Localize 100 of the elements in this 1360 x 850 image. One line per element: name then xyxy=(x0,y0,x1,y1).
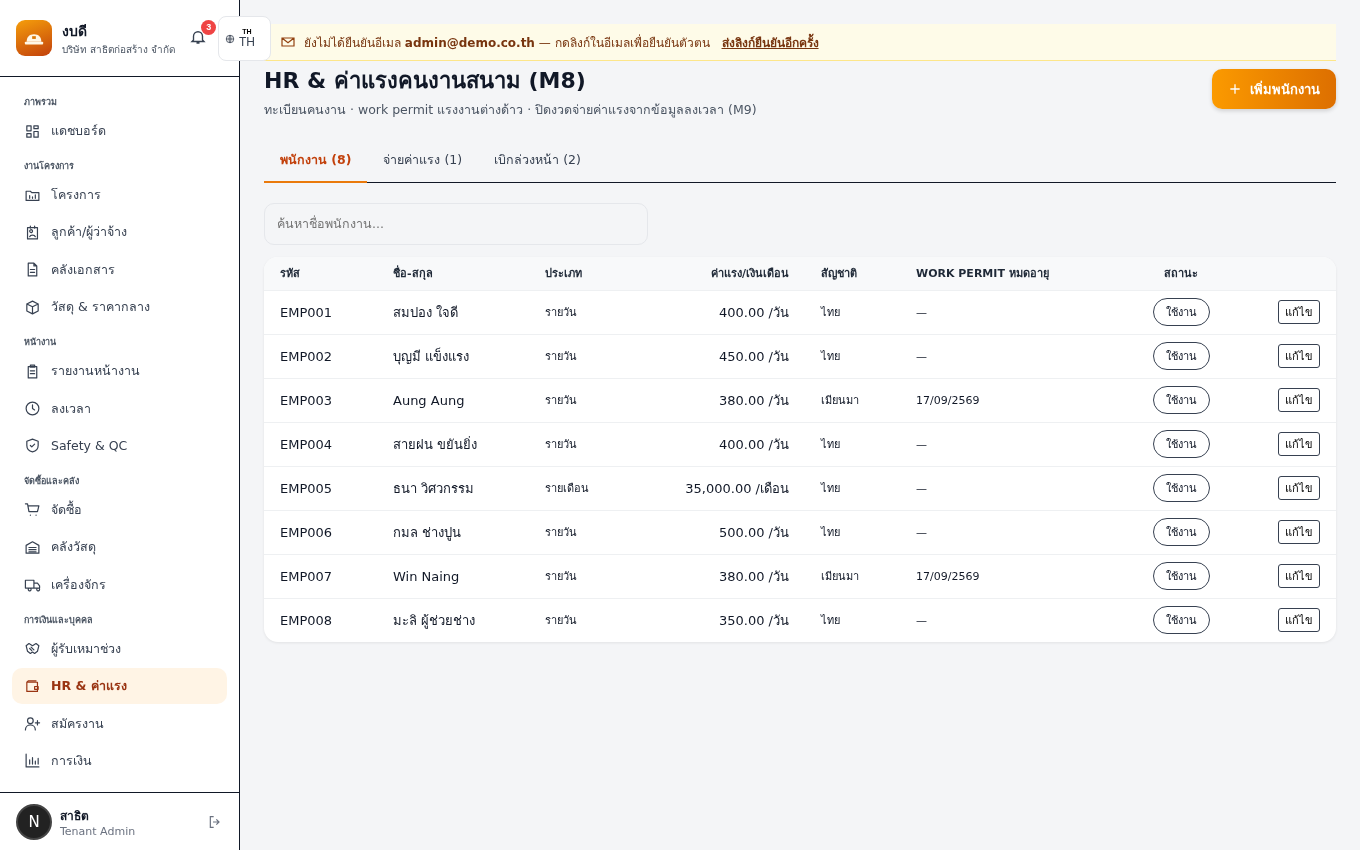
table-cell-text: 350.00 /วัน xyxy=(718,611,789,630)
sidebar-item[interactable]: คลังเอกสาร xyxy=(12,251,227,288)
sidebar-item[interactable]: โครงการ xyxy=(12,177,227,213)
table-cell-text: 500.00 /วัน xyxy=(718,523,789,542)
wallet-icon xyxy=(24,677,41,695)
table-cell-text: — xyxy=(916,613,928,627)
table-cell-text: 17/09/2569 xyxy=(916,393,981,407)
warehouse-icon xyxy=(24,538,41,556)
table-cell-text: 400.00 /วัน xyxy=(718,303,789,322)
table-cell-text: รายเดือน xyxy=(545,481,590,497)
column-header: ค่าแรง/เงินเดือน xyxy=(709,266,789,282)
edit-button[interactable]: แก้ไข xyxy=(1278,564,1320,588)
table-cell-text: — xyxy=(916,481,928,495)
tab[interactable]: พนักงาน (8) xyxy=(264,140,368,183)
grid-icon xyxy=(24,122,41,140)
table-cell-text: ไทย xyxy=(821,437,841,453)
table-cell-text: มะลิ ผู้ช่วยช่าง xyxy=(393,611,477,631)
section-heading: จัดซื้อและคลัง xyxy=(23,473,80,488)
table-cell-text: EMP004 xyxy=(280,436,334,452)
table-cell-text: EMP005 xyxy=(280,480,334,496)
box-icon xyxy=(24,298,41,316)
table-cell-text: ไทย xyxy=(821,613,841,629)
table-cell-text: — xyxy=(916,349,928,363)
table-cell-text: 380.00 /วัน xyxy=(718,391,789,410)
language-label: TH xyxy=(239,35,255,49)
table-cell-text: — xyxy=(916,525,928,539)
tab[interactable]: จ่ายค่าแรง (1) xyxy=(367,140,479,183)
table-cell-text: EMP002 xyxy=(280,348,334,364)
table-cell-text: 400.00 /วัน xyxy=(718,435,789,454)
edit-button[interactable]: แก้ไข xyxy=(1278,520,1320,544)
user-plus-icon xyxy=(24,715,41,732)
table-cell-text: 17/09/2569 xyxy=(916,569,981,583)
table-cell-text: — xyxy=(916,305,928,319)
section-heading: ภาพรวม xyxy=(23,96,58,109)
table-cell-text: EMP001 xyxy=(280,304,334,320)
table-cell-text: ไทย xyxy=(821,481,841,497)
table-cell-text: สมปอง ใจดี xyxy=(393,303,460,322)
sidebar-item[interactable]: แดชบอร์ด xyxy=(12,113,227,149)
column-header: สถานะ xyxy=(1163,266,1199,282)
column-header: ชื่อ-สกุล xyxy=(393,264,434,282)
sidebar-item[interactable]: ผู้รับเหมาช่วง xyxy=(12,630,227,667)
section-heading: การเงินและบุคคล xyxy=(23,613,94,628)
edit-button[interactable]: แก้ไข xyxy=(1278,300,1320,324)
sidebar-item[interactable]: รายงานหน้างาน xyxy=(12,353,227,390)
table-cell-text: EMP006 xyxy=(280,524,334,540)
globe-icon xyxy=(225,33,235,44)
banner-message: ยังไม่ได้ยืนยันอีเมล admin@demo.co.th — กดลิงก์ในอีเมลเพื่อยืนยันตัวตน xyxy=(304,33,710,52)
table-cell-text: Aung Aung xyxy=(393,392,466,408)
sidebar-item[interactable]: HR & ค่าแรง xyxy=(12,668,227,705)
edit-button[interactable]: แก้ไข xyxy=(1278,476,1320,500)
table-cell-text: บุญมี แข็งแรง xyxy=(393,346,471,367)
sidebar-item[interactable]: จัดซื้อ xyxy=(12,491,227,528)
table-cell-text: รายวัน xyxy=(545,613,578,629)
user-avatar[interactable]: N xyxy=(16,803,52,840)
shield-icon xyxy=(24,437,41,455)
table-cell-text: ไทย xyxy=(821,305,841,321)
tab[interactable]: เบิกล่วงหน้า (2) xyxy=(478,140,597,183)
resend-link[interactable]: ส่งลิงก์ยืนยันอีกครั้ง xyxy=(721,32,819,52)
section-heading: งานโครงการ xyxy=(23,160,75,173)
bar-chart-icon xyxy=(24,752,41,770)
table-cell-text: EMP008 xyxy=(280,612,334,628)
table-cell-text: เมียนมา xyxy=(821,569,860,585)
edit-button[interactable]: แก้ไข xyxy=(1278,608,1320,632)
table-cell-text: รายวัน xyxy=(545,437,578,453)
notifications-button[interactable]: 3 xyxy=(187,19,217,51)
sidebar-item[interactable]: Safety & QC xyxy=(12,427,227,464)
table-cell-text: 450.00 /วัน xyxy=(718,347,789,366)
edit-button[interactable]: แก้ไข xyxy=(1278,344,1320,368)
table-cell-text: Win Naing xyxy=(393,568,461,584)
sidebar-item[interactable]: วัสดุ & ราคากลาง xyxy=(12,289,227,326)
contact-card-icon xyxy=(24,223,41,241)
table-cell-text: รายวัน xyxy=(545,569,578,585)
helmet-logo-icon xyxy=(16,20,52,56)
company-name: บริษัท สาธิตก่อสร้าง จำกัด xyxy=(62,42,176,57)
table-cell-text: รายวัน xyxy=(545,305,578,321)
edit-button[interactable]: แก้ไข xyxy=(1278,388,1320,412)
notification-count: 3 xyxy=(201,19,217,35)
plus-icon xyxy=(1228,82,1242,96)
sidebar-item[interactable]: การเงิน xyxy=(12,742,227,779)
table-cell-text: กมล ช่างปูน xyxy=(393,523,463,543)
cart-icon xyxy=(24,501,41,519)
edit-button[interactable]: แก้ไข xyxy=(1278,432,1320,456)
search-field[interactable]: ค้นหาชื่อพนักงาน... xyxy=(264,202,648,245)
section-heading: หน้างาน xyxy=(23,336,57,350)
sidebar-item[interactable]: ลูกค้า/ผู้ว่าจ้าง xyxy=(12,214,227,251)
table-cell-text: สายฝน ขยันยิ่ง xyxy=(393,435,479,454)
table-cell-text: — xyxy=(916,437,928,451)
sidebar-item[interactable]: ลงเวลา xyxy=(12,390,227,427)
page-subtitle: ทะเบียนคนงาน · work permit แรงงานต่างด้าว · ปิดงวดจ่ายค่าแรงจากข้อมูลลงเวลา (M9) xyxy=(264,101,757,120)
user-name: สาธิต xyxy=(60,807,90,825)
app-name: งบดี xyxy=(62,21,88,41)
sidebar-item[interactable]: เครื่องจักร xyxy=(12,566,227,603)
table-cell-text: 380.00 /วัน xyxy=(718,567,789,586)
user-role: Tenant Admin xyxy=(60,824,137,838)
table-cell-text: ไทย xyxy=(821,349,841,365)
sidebar-item[interactable]: สมัครงาน xyxy=(12,705,227,742)
table-cell-text: EMP003 xyxy=(280,392,334,408)
page-title: HR & ค่าแรงคนงานสนาม (M8) xyxy=(264,67,587,95)
sidebar-item[interactable]: คลังวัสดุ xyxy=(12,529,227,566)
table-cell-text: รายวัน xyxy=(545,525,578,541)
